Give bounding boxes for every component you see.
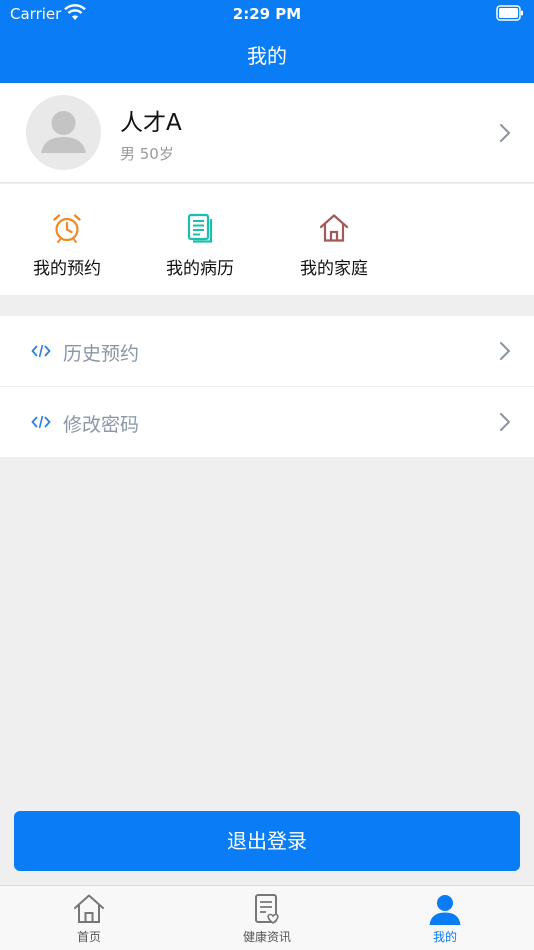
home-icon [74,894,104,923]
document-icon [187,213,213,243]
logout-button[interactable]: 退出登录 [14,811,520,871]
quick-action-label: 我的家庭 [300,259,368,279]
quick-actions: 我的预约 我的病历 我的家庭 [0,184,534,295]
alarm-clock-icon [53,214,81,243]
page-title: 我的 [247,44,287,68]
tab-home[interactable]: 首页 [39,892,139,945]
status-time: 2:29 PM [232,5,302,23]
house-icon [319,214,349,242]
chevron-right-icon [498,340,512,362]
tab-label: 健康资讯 [242,930,291,944]
quick-action-records[interactable]: 我的病历 [145,212,255,279]
profile-card[interactable]: 人才A 男 50岁 [0,83,534,183]
code-icon [31,343,51,359]
code-icon [31,414,51,430]
battery-icon [496,5,524,21]
chevron-right-icon [498,122,512,144]
quick-action-family[interactable]: 我的家庭 [279,212,389,279]
person-icon [429,895,461,925]
tab-label: 我的 [432,930,457,944]
quick-action-label: 我的病历 [166,259,234,279]
menu-item-history-appointments[interactable]: 历史预约 [0,316,534,386]
profile-gender-age: 男 50岁 [120,145,174,163]
quick-action-label: 我的预约 [33,259,101,279]
top-bar: Carrier 2:29 PM 我的 [0,0,534,83]
avatar [26,95,101,170]
profile-name: 人才A [120,110,182,136]
chevron-right-icon [498,411,512,433]
tab-health-news[interactable]: 健康资讯 [217,892,317,945]
tab-label: 首页 [76,930,101,944]
menu-item-label: 历史预约 [63,343,140,365]
health-news-icon [255,894,279,925]
tab-bar: 首页 健康资讯 我的 [0,885,534,950]
quick-action-appointments[interactable]: 我的预约 [12,212,122,279]
tab-mine[interactable]: 我的 [395,892,495,945]
default-avatar-icon [41,111,86,153]
settings-menu: 历史预约 修改密码 [0,316,534,457]
status-bar: Carrier 2:29 PM [0,0,534,28]
menu-item-label: 修改密码 [63,414,140,436]
menu-item-change-password[interactable]: 修改密码 [0,386,534,456]
